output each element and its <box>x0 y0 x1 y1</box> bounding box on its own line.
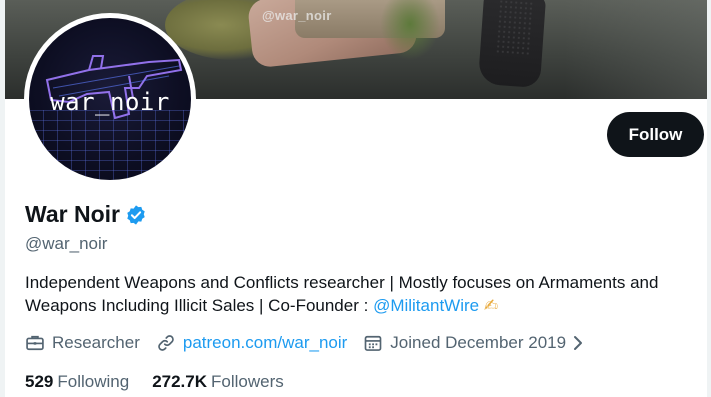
avatar-text: war_noir <box>50 88 170 116</box>
bio-text: Independent Weapons and Conflicts resear… <box>25 273 659 315</box>
follow-button[interactable]: Follow <box>607 112 704 157</box>
following-link[interactable]: 529 Following <box>25 372 129 392</box>
following-count: 529 <box>25 372 54 391</box>
profile-meta: Researcher patreon.com/war_noir Joined D… <box>25 333 607 353</box>
name-row: War Noir <box>25 201 147 228</box>
banner-leaf <box>380 0 440 60</box>
page-right-border <box>707 0 711 397</box>
followers-count: 272.7K <box>152 372 208 391</box>
link-icon <box>158 335 174 351</box>
profile-handle: @war_noir <box>25 234 108 253</box>
website-link[interactable]: patreon.com/war_noir <box>183 333 347 353</box>
avatar[interactable]: war_noir <box>24 13 196 185</box>
profession-label: Researcher <box>52 333 140 352</box>
followers-label: Followers <box>211 372 284 391</box>
display-name: War Noir <box>25 201 120 227</box>
chevron-right-icon <box>574 336 583 350</box>
bio-emoji: ✍ <box>483 296 499 315</box>
meta-joined[interactable]: Joined December 2019 <box>363 333 591 353</box>
calendar-icon <box>364 335 382 351</box>
meta-profession: Researcher <box>25 333 140 353</box>
profile-bio: Independent Weapons and Conflicts resear… <box>25 271 695 317</box>
verified-badge-icon[interactable] <box>125 204 147 226</box>
followers-link[interactable]: 272.7K Followers <box>152 372 284 392</box>
banner-watermark: @war_noir <box>262 8 332 23</box>
briefcase-icon <box>26 335 44 351</box>
profile-stats: 529 Following 272.7K Followers <box>25 372 307 392</box>
banner-grip-texture <box>495 0 533 58</box>
avatar-image: war_noir <box>29 18 191 180</box>
joined-label: Joined December 2019 <box>390 333 567 352</box>
following-label: Following <box>57 372 130 391</box>
bio-mention-link[interactable]: @MilitantWire <box>373 296 479 315</box>
meta-website[interactable]: patreon.com/war_noir <box>156 333 347 353</box>
banner-shine <box>565 0 707 99</box>
